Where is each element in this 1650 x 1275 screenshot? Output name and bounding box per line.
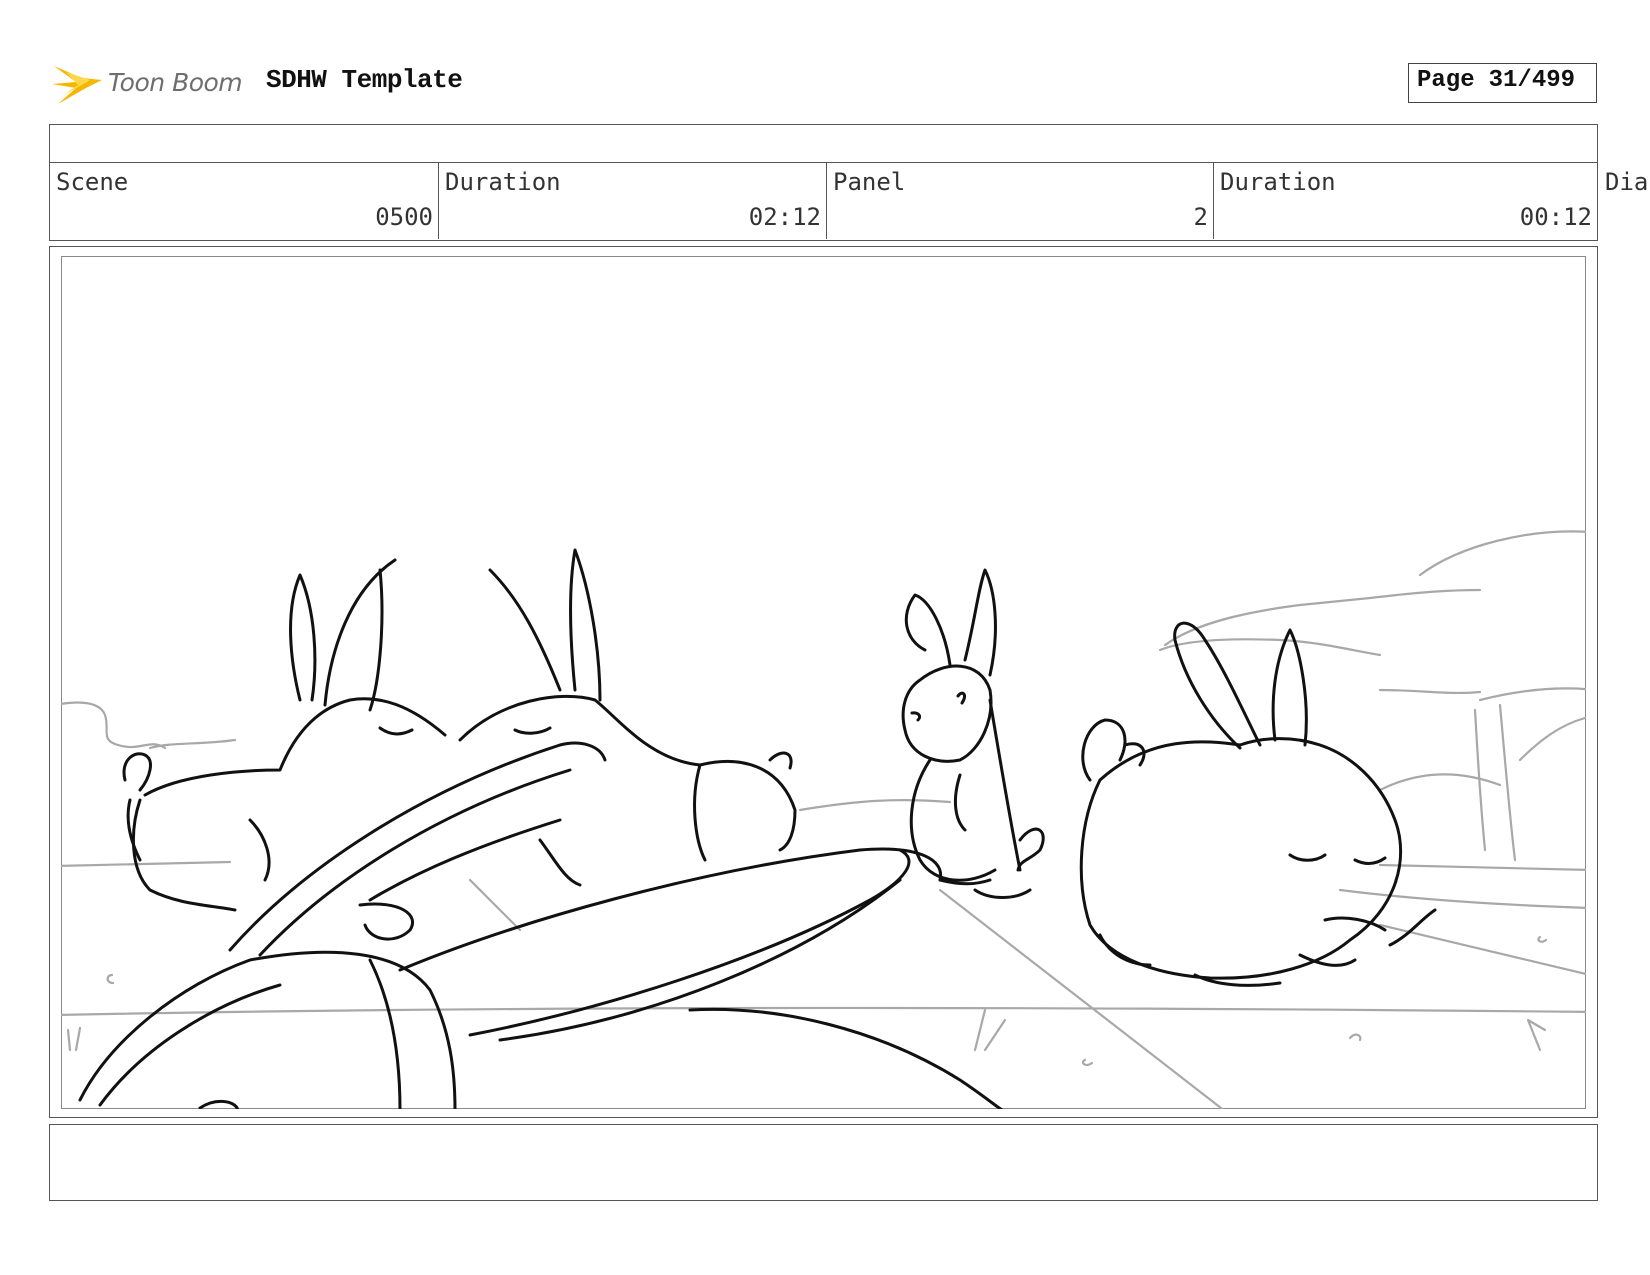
background-sketch bbox=[61, 530, 1586, 1109]
caption-box bbox=[49, 1124, 1598, 1201]
rabbit-sketch-lines bbox=[78, 548, 1437, 1109]
storyboard-sketch bbox=[61, 530, 1586, 1109]
